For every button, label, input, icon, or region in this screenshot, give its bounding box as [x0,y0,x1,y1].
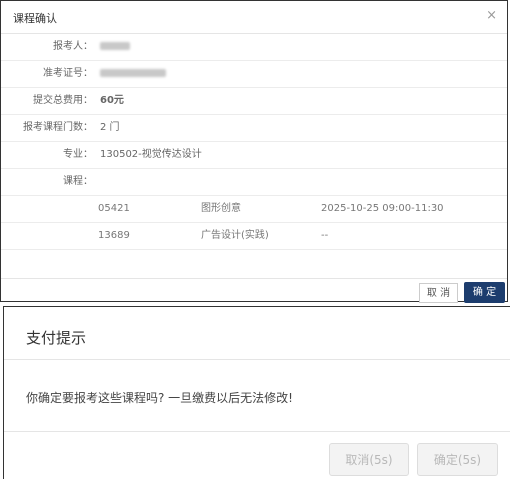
course-confirm-dialog: 课程确认 × 报考人： 准考证号： 提交总费用： 60元 报考课程门数： 2 门… [0,0,508,303]
course-time: 2025-10-25 09:00-11:30 [321,203,444,214]
course-count-value: 2 门 [100,122,120,133]
dialog-header: 课程确认 × [1,1,507,34]
course-name: 广告设计(实践) [201,230,269,241]
fee-value: 60元 [100,95,124,106]
applicant-value-redacted [100,34,130,60]
course-count-row: 报考课程门数： 2 门 [1,115,507,142]
ticket-value-redacted [100,61,166,87]
courses-label: 课程： [63,176,93,187]
ticket-row: 准考证号： [1,61,507,88]
course-code: 05421 [98,203,130,214]
dialog-title: 课程确认 [13,12,57,25]
cancel-button[interactable]: 取 消 [419,283,458,303]
major-value: 130502-视觉传达设计 [100,149,202,160]
courses-row: 课程： [1,169,507,196]
course-time: -- [321,230,329,241]
applicant-label: 报考人： [53,41,93,52]
course-name: 图形创意 [201,203,241,214]
course-count-label: 报考课程门数： [23,122,93,133]
dialog-body: 报考人： 准考证号： 提交总费用： 60元 报考课程门数： 2 门 专业： 13… [1,34,507,250]
ticket-label: 准考证号： [43,68,93,79]
close-icon[interactable]: × [486,9,497,23]
major-label: 专业： [63,149,93,160]
list-item: 13689 广告设计(实践) -- [1,223,507,250]
dialog-header: 支付提示 [4,307,510,360]
confirm-button[interactable]: 确 定 [464,282,505,303]
dialog-footer: 取消(5s) 确定(5s) [4,431,510,480]
confirm-message: 你确定要报考这些课程吗? 一旦缴费以后无法修改! [26,391,293,405]
fee-label: 提交总费用： [33,95,93,106]
major-row: 专业： 130502-视觉传达设计 [1,142,507,169]
cancel-countdown-button[interactable]: 取消(5s) [329,443,409,476]
dialog-title: 支付提示 [26,329,87,347]
course-code: 13689 [98,230,130,241]
list-item: 05421 图形创意 2025-10-25 09:00-11:30 [1,196,507,223]
applicant-row: 报考人： [1,34,507,61]
fee-row: 提交总费用： 60元 [1,88,507,115]
confirm-countdown-button[interactable]: 确定(5s) [417,443,498,476]
payment-prompt-dialog: 支付提示 你确定要报考这些课程吗? 一旦缴费以后无法修改! 取消(5s) 确定(… [3,306,510,479]
dialog-footer: 取 消 确 定 [1,278,507,303]
